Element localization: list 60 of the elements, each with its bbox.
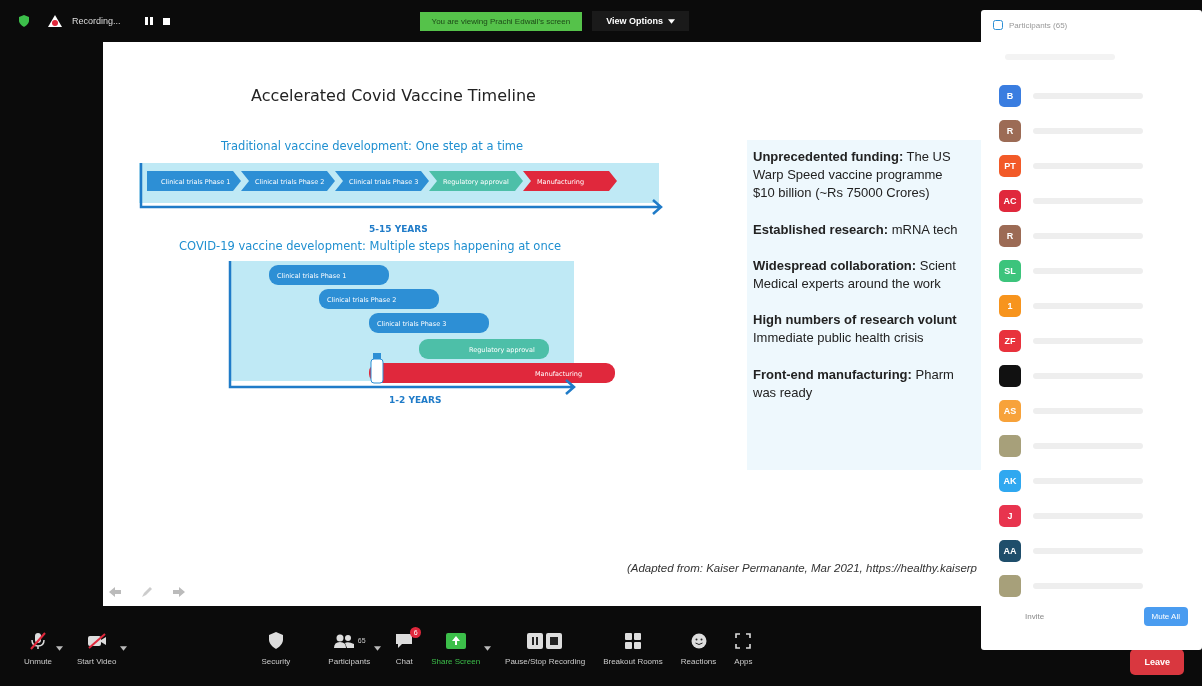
recording-icon xyxy=(48,15,62,27)
avatar: 1 xyxy=(999,294,1021,317)
source-citation: (Adapted from: Kaiser Permanante, Mar 2021, https://healthy.kaiserp xyxy=(626,562,977,574)
avatar: R xyxy=(999,119,1021,142)
breakout-button[interactable]: Breakout Rooms xyxy=(599,628,667,668)
security-shield-icon xyxy=(267,631,284,650)
vaccine-vial-icon xyxy=(370,353,384,384)
people-icon xyxy=(332,632,355,649)
apps-button[interactable]: Apps xyxy=(730,628,757,668)
video-off-icon xyxy=(86,632,107,649)
avatar: AC xyxy=(999,189,1021,212)
grid-icon xyxy=(624,632,641,649)
invite-button[interactable]: Invite xyxy=(1019,611,1051,622)
caret-icon[interactable] xyxy=(484,645,492,651)
diagram-heading: COVID-19 vaccine development: Multiple steps happening at once xyxy=(179,239,562,253)
security-button[interactable]: Security xyxy=(257,628,295,668)
key-point: Widespread collaboration: Scient Medical experts around the work xyxy=(753,256,957,293)
avatar: AA xyxy=(999,539,1021,562)
caret-icon[interactable] xyxy=(56,645,63,651)
photo-placeholder xyxy=(999,434,1021,457)
pause-stop-icon xyxy=(527,632,564,649)
photo-placeholder xyxy=(999,574,1021,597)
share-button[interactable]: Share Screen xyxy=(427,628,485,668)
recording-label: Recording... xyxy=(72,16,121,26)
caret-icon[interactable] xyxy=(120,645,128,651)
shield-icon xyxy=(18,15,30,27)
avatar: AK xyxy=(999,469,1021,492)
stop-icon[interactable] xyxy=(162,17,170,25)
reactions-button[interactable]: Reactions xyxy=(676,628,721,668)
apps-icon xyxy=(735,632,752,649)
avatar: R xyxy=(999,224,1021,247)
pause-icon[interactable] xyxy=(144,17,153,25)
caret-icon xyxy=(668,18,675,24)
chat-bubble-icon xyxy=(395,632,414,649)
slide-title: Accelerated Covid Vaccine Timeline xyxy=(251,86,536,105)
avatar: ZF xyxy=(999,329,1021,352)
avatar: B xyxy=(999,84,1021,107)
mic-button[interactable]: Unmute xyxy=(20,628,56,668)
avatar: J xyxy=(999,504,1021,527)
viewing-banner: You are viewing Prachi Edwall's screen xyxy=(419,11,583,31)
recording-button[interactable]: Pause/Stop Recording xyxy=(501,628,590,668)
avatar: AS xyxy=(999,399,1021,422)
caret-icon[interactable] xyxy=(374,645,382,651)
view-options-button[interactable]: View Options xyxy=(592,11,689,31)
smiley-icon xyxy=(689,631,708,650)
axis-label: 1-2 YEARS xyxy=(389,395,442,405)
key-point: Front-end manufacturing: Pharm was ready xyxy=(753,365,955,402)
muted-microphone-icon xyxy=(29,631,47,650)
key-point: Unprecedented funding: The US Warp Speed vaccine programme $10 billion (~Rs 75000 Crores) xyxy=(753,148,952,203)
key-point: Established research: mRNA tech xyxy=(753,220,959,239)
panel-title: Participants (65) xyxy=(1009,20,1068,30)
share-screen-icon xyxy=(445,632,466,649)
avatar: PT xyxy=(999,154,1021,177)
key-point: High numbers of research volunt Immediate public health crisis xyxy=(753,311,958,348)
panel-window-icon xyxy=(993,20,1003,30)
leave-button[interactable]: Leave xyxy=(1130,649,1184,675)
avatar: SL xyxy=(999,259,1021,282)
video-button[interactable]: Start Video xyxy=(73,628,121,668)
diagram-heading: Traditional vaccine development: One step at a time xyxy=(221,139,524,153)
axis-label: 5-15 YEARS xyxy=(369,224,428,234)
